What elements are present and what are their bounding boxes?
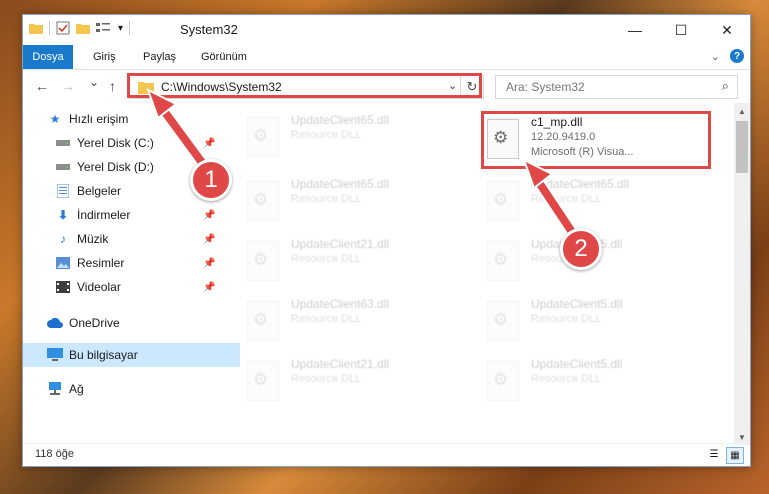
callout-arrows <box>146 87 582 244</box>
arrow-1 <box>146 87 212 174</box>
arrow-2 <box>522 157 582 244</box>
step-2-badge: 2 <box>560 228 602 270</box>
step-1-badge: 1 <box>190 159 232 201</box>
